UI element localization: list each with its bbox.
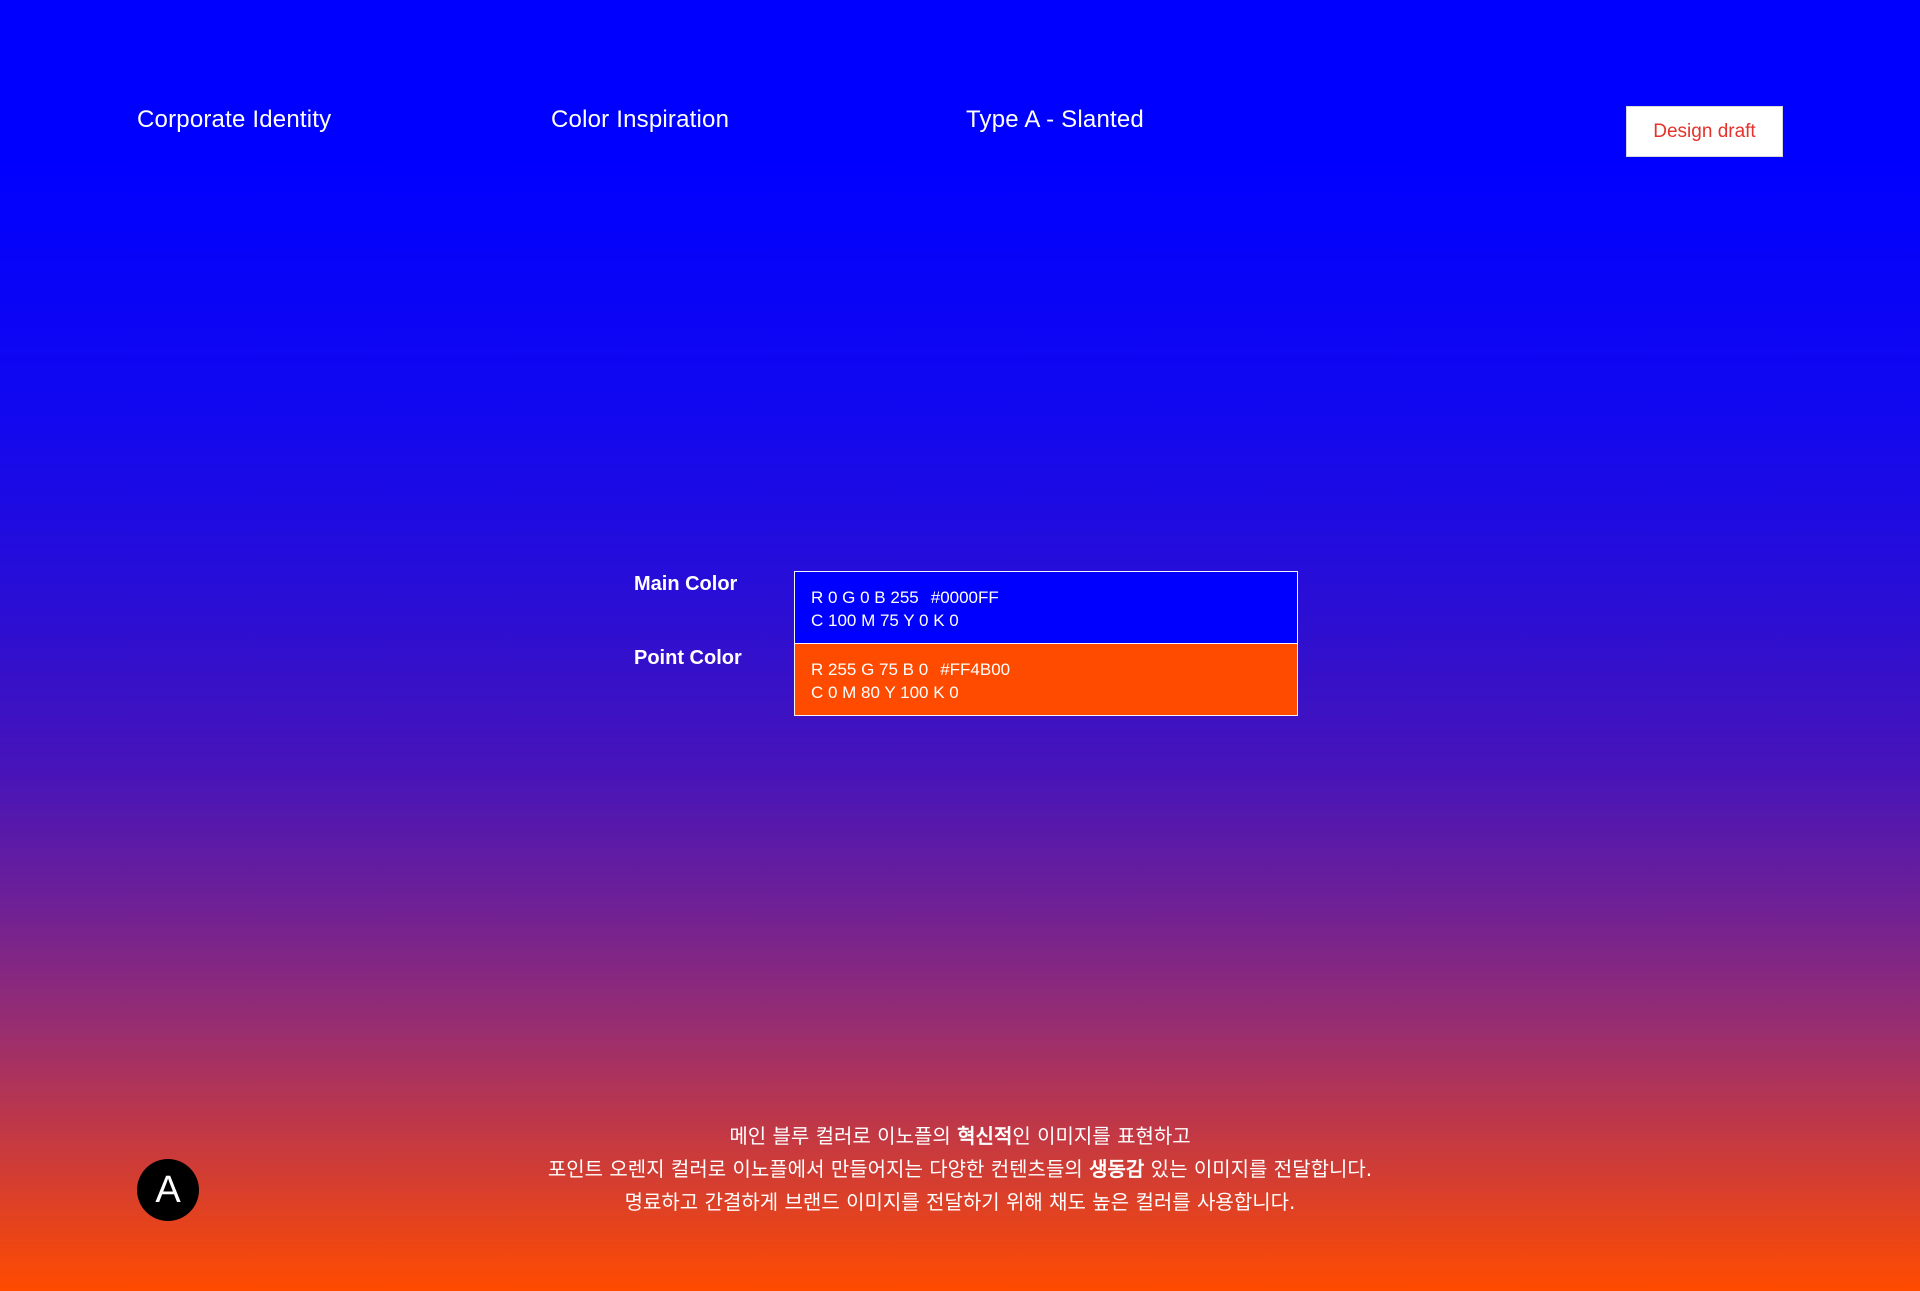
main-color-rgb-line: R 0 G 0 B 255 #0000FF: [811, 586, 1281, 609]
description-line-2-emphasis: 생동감: [1089, 1157, 1145, 1181]
description-line-2-end: 있는 이미지를 전달합니다.: [1144, 1157, 1373, 1181]
point-color-label: Point Color: [634, 647, 742, 669]
description-line-3: 명료하고 간결하게 브랜드 이미지를 전달하기 위해 채도 높은 컬러를 사용합…: [624, 1190, 1296, 1214]
point-color-rgb-line: R 255 G 75 B 0 #FF4B00: [811, 658, 1281, 681]
point-color-rgb: R 255 G 75 B 0: [811, 660, 929, 679]
point-color-hex: #FF4B00: [940, 660, 1011, 679]
design-draft-badge[interactable]: Design draft: [1626, 106, 1783, 157]
main-color-cmyk: C 100 M 75 Y 0 K 0: [811, 611, 959, 630]
description-line-1-end: 인 이미지를 표현하고: [1012, 1124, 1191, 1148]
main-color-rgb: R 0 G 0 B 255: [811, 588, 919, 607]
description-line-1-emphasis: 혁신적: [957, 1124, 1013, 1148]
main-color-hex: #0000FF: [930, 588, 999, 607]
header-corporate-identity: Corporate Identity: [137, 106, 332, 133]
description-line-2: 포인트 오렌지 컬러로 이노플에서 만들어지는 다양한 컨텐츠들의 생동감 있는…: [0, 1153, 1920, 1186]
main-color-swatch: R 0 G 0 B 255 #0000FF C 100 M 75 Y 0 K 0: [795, 572, 1297, 643]
header-type-a-slanted: Type A - Slanted: [966, 106, 1144, 133]
description-line-2-start: 포인트 오렌지 컬러로 이노플에서 만들어지는 다양한 컨텐츠들의: [547, 1157, 1090, 1181]
description-line-1: 메인 블루 컬러로 이노플의 혁신적인 이미지를 표현하고: [0, 1120, 1920, 1153]
color-swatch-panel: R 0 G 0 B 255 #0000FF C 100 M 75 Y 0 K 0 …: [794, 571, 1298, 716]
point-color-cmyk: C 0 M 80 Y 100 K 0: [811, 683, 959, 702]
color-inspiration-page: Corporate Identity Color Inspiration Typ…: [0, 0, 1920, 1291]
point-color-swatch: R 255 G 75 B 0 #FF4B00 C 0 M 80 Y 100 K 0: [795, 644, 1297, 715]
color-description: 메인 블루 컬러로 이노플의 혁신적인 이미지를 표현하고 포인트 오렌지 컬러…: [0, 1120, 1920, 1219]
main-color-label: Main Color: [634, 573, 738, 595]
description-line-1-start: 메인 블루 컬러로 이노플의: [729, 1124, 958, 1148]
header-color-inspiration: Color Inspiration: [551, 106, 730, 133]
